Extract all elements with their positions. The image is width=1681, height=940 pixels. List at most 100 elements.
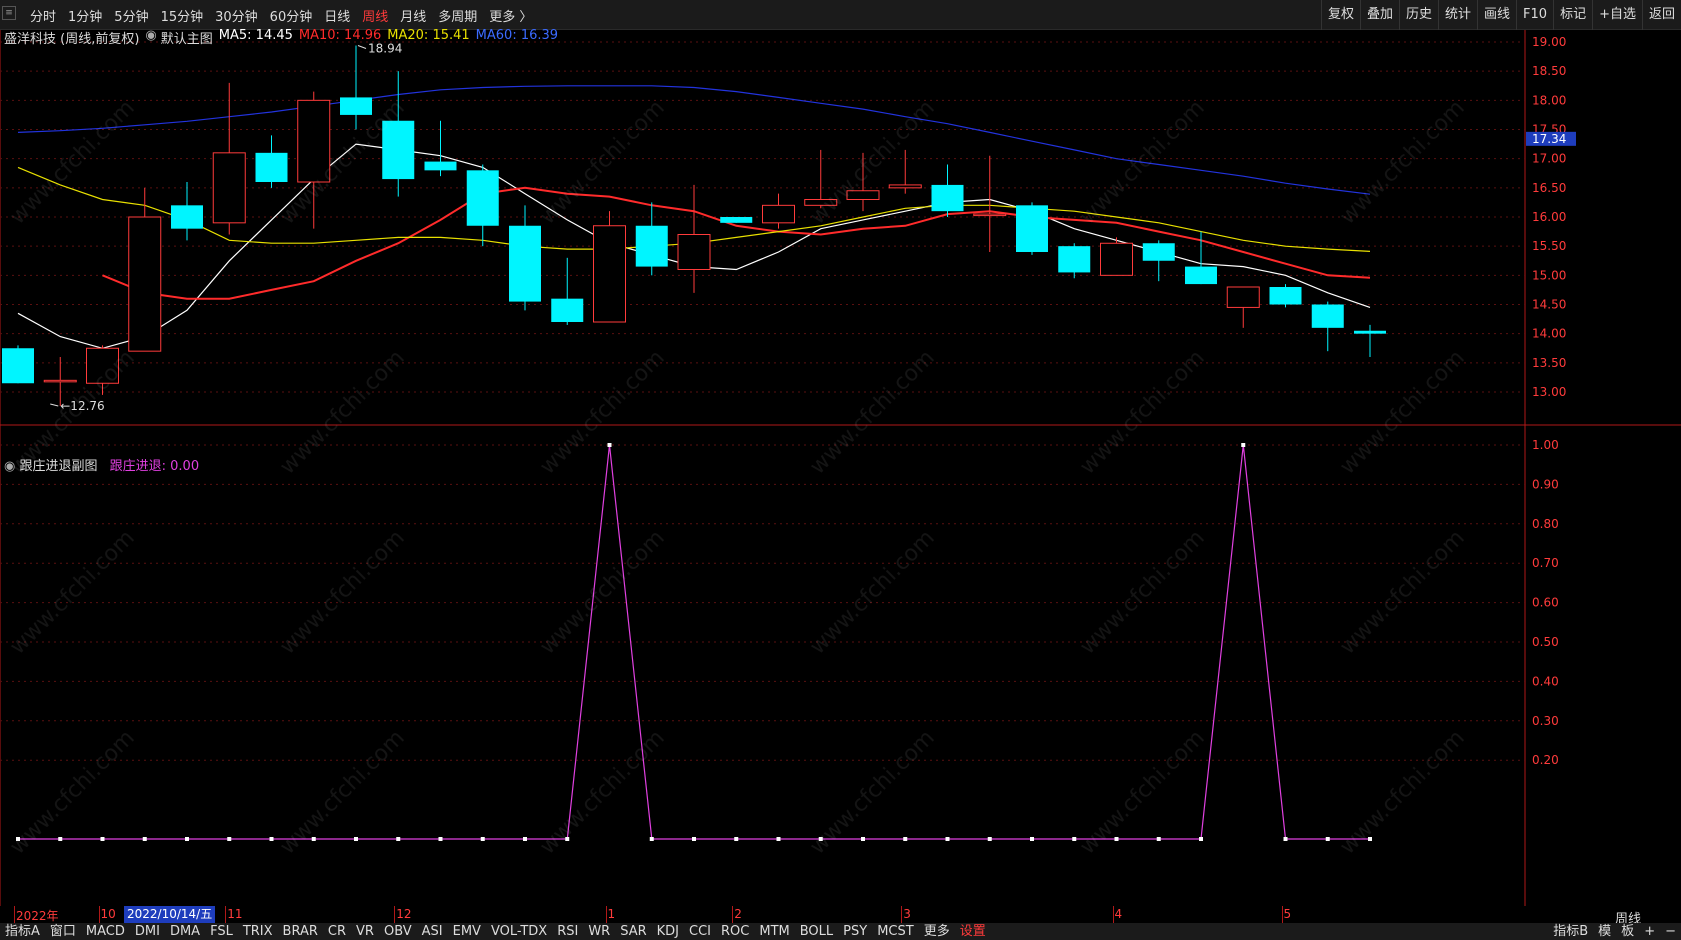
sub-tick-label: 0.50 (1532, 635, 1559, 649)
candle-body (720, 217, 753, 223)
sub-indicator-point (1325, 837, 1330, 841)
indicator-tab-14[interactable]: RSI (552, 923, 583, 940)
indicator-bar-right-4[interactable]: − (1660, 923, 1681, 940)
candle-body (297, 99, 331, 183)
candle-body (128, 216, 162, 352)
indicator-tab-11[interactable]: ASI (417, 923, 448, 940)
date-tick-mark (605, 906, 607, 923)
indicator-bar-right-3[interactable]: + (1639, 923, 1660, 940)
tool-button-5[interactable]: F10 (1516, 0, 1553, 30)
price-tick-label: 19.00 (1532, 35, 1566, 49)
indicator-tab-7[interactable]: BRAR (278, 923, 323, 940)
high-marker (357, 45, 367, 49)
candle-body (43, 379, 77, 383)
sub-indicator-point (945, 837, 950, 841)
indicator-tab-4[interactable]: DMA (165, 923, 205, 940)
stock-title: 盛洋科技 (周线,前复权) (4, 32, 140, 47)
indicator-tab-13[interactable]: VOL-TDX (486, 923, 552, 940)
period-tab-4[interactable]: 30分钟 (209, 6, 264, 25)
panel-toggle-icon[interactable]: ≡ (2, 6, 16, 20)
indicator-tab-9[interactable]: VR (351, 923, 379, 940)
indicator-tab-23[interactable]: MCST (872, 923, 919, 940)
date-tick-label: 10 (100, 907, 116, 921)
indicator-bar-right: 指标B 模板 + − (1548, 923, 1681, 940)
sub-indicator-point (58, 837, 63, 841)
period-tab-2[interactable]: 5分钟 (108, 6, 154, 25)
tool-button-7[interactable]: +自选 (1592, 0, 1642, 30)
sub-indicator-point (734, 837, 739, 841)
candle-body (931, 184, 964, 212)
indicator-tab-6[interactable]: TRIX (238, 923, 278, 940)
low-marker (50, 403, 59, 407)
sub-indicator-point (438, 837, 443, 841)
date-tick-mark (98, 906, 100, 923)
sub-indicator-point (16, 837, 20, 841)
indicator-tab-22[interactable]: PSY (838, 923, 872, 940)
indicator-tab-12[interactable]: EMV (448, 923, 486, 940)
indicator-tab-3[interactable]: DMI (130, 923, 165, 940)
indicator-tab-19[interactable]: ROC (716, 923, 754, 940)
candle-body (1016, 205, 1048, 252)
indicator-tab-17[interactable]: KDJ (652, 923, 684, 940)
indicator-bar-right-0[interactable]: 指标B (1548, 923, 1593, 940)
candle-body (1058, 246, 1091, 273)
candle-body (1100, 242, 1133, 276)
main-chart-mode[interactable]: 默认主图 (161, 28, 213, 47)
main-chart-legend: 盛洋科技 (周线,前复权) ◉ 默认主图 MA5: 14.45 MA10: 14… (4, 28, 564, 47)
tool-button-0[interactable]: 复权 (1320, 0, 1360, 30)
sub-eye-icon[interactable]: ◉ (4, 459, 15, 474)
indicator-bar-right-1[interactable]: 模 (1593, 923, 1616, 940)
indicator-eye-icon[interactable]: ◉ (145, 28, 156, 44)
sub-indicator-point (354, 837, 358, 841)
price-tick-label: 16.00 (1532, 210, 1566, 224)
candle-body (1226, 286, 1260, 308)
candle-body (1142, 243, 1175, 261)
tool-button-2[interactable]: 历史 (1398, 0, 1438, 30)
indicator-tab-0[interactable]: 指标A (0, 923, 45, 940)
indicator-bar-right-2[interactable]: 板 (1616, 923, 1639, 940)
period-tab-0[interactable]: 分时 (24, 6, 62, 25)
tool-button-1[interactable]: 叠加 (1359, 0, 1399, 30)
indicator-tab-1[interactable]: 窗口 (45, 923, 81, 940)
period-tab-6[interactable]: 日线 (318, 6, 356, 25)
sub-indicator-point (1030, 837, 1034, 841)
tool-button-8[interactable]: 返回 (1641, 0, 1681, 30)
indicator-tab-24[interactable]: 更多 (919, 923, 955, 940)
period-tab-9[interactable]: 多周期 (432, 6, 483, 25)
date-tick-label: 11 (227, 907, 243, 921)
period-tab-1[interactable]: 1分钟 (62, 6, 108, 25)
period-tab-10[interactable]: 更多 〉 (483, 6, 538, 25)
tool-button-4[interactable]: 画线 (1477, 0, 1516, 30)
indicator-tab-10[interactable]: OBV (379, 923, 417, 940)
indicator-tab-15[interactable]: WR (583, 923, 615, 940)
indicator-tab-8[interactable]: CR (323, 923, 351, 940)
tool-button-3[interactable]: 统计 (1438, 0, 1477, 30)
period-tab-5[interactable]: 60分钟 (264, 6, 319, 25)
date-tick-mark (1112, 906, 1114, 923)
indicator-tab-18[interactable]: CCI (684, 923, 716, 940)
indicator-tab-21[interactable]: BOLL (795, 923, 838, 940)
sub-indicator-point (227, 837, 232, 841)
period-tab-8[interactable]: 月线 (394, 6, 432, 25)
sub-indicator-line (18, 444, 1370, 840)
period-tabs: 分时 1分钟 5分钟 15分钟 30分钟 60分钟 日线 周线 月线 多周期 更多 〉 (24, 0, 538, 30)
chart-canvas[interactable]: 19.0018.5018.0017.5017.0016.5016.0015.50… (0, 30, 1681, 906)
tool-button-6[interactable]: 标记 (1553, 0, 1592, 30)
sub-chart-value: 跟庄进退: 0.00 (109, 459, 200, 474)
sub-tick-label: 0.60 (1532, 596, 1559, 610)
sub-indicator-point (269, 837, 274, 841)
indicator-tab-5[interactable]: FSL (205, 923, 238, 940)
period-tab-3[interactable]: 15分钟 (155, 6, 210, 25)
date-tick-label: 1 (607, 907, 616, 921)
sub-tick-label: 0.40 (1532, 674, 1559, 688)
candle-body (804, 199, 838, 206)
indicator-tab-25[interactable]: 设置 (955, 923, 991, 940)
period-tab-7[interactable]: 周线 (356, 6, 394, 25)
price-tick-label: 18.00 (1532, 93, 1566, 107)
candle-body (382, 120, 415, 180)
indicator-tab-20[interactable]: MTM (754, 923, 794, 940)
sub-tick-label: 0.70 (1532, 556, 1559, 570)
indicator-tab-2[interactable]: MACD (81, 923, 130, 940)
indicator-tab-16[interactable]: SAR (615, 923, 651, 940)
sub-indicator-point (607, 443, 612, 447)
